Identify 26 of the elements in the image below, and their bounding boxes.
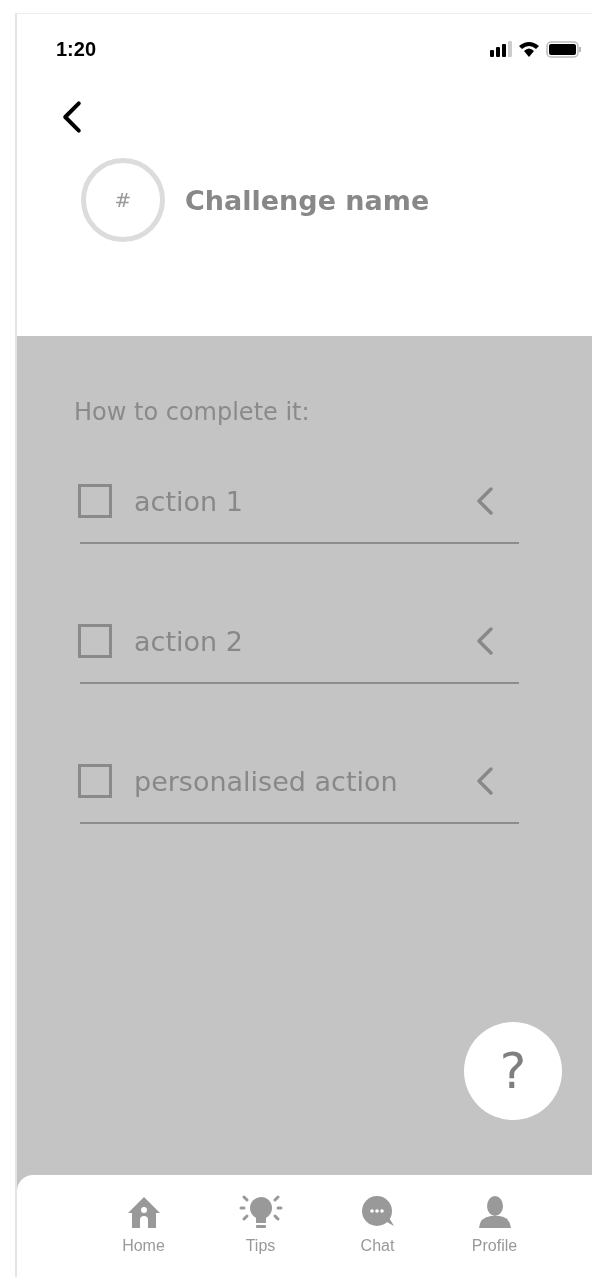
- checkbox[interactable]: [78, 484, 112, 518]
- action-label: action 2: [134, 625, 244, 657]
- nav-item[interactable]: Profile: [456, 1175, 533, 1277]
- chevron-icon: [475, 486, 495, 516]
- home-icon: [126, 1195, 161, 1229]
- challenge-badge: #: [81, 158, 165, 242]
- checkbox[interactable]: [78, 624, 112, 658]
- action-label: personalised action: [134, 765, 399, 797]
- person-icon: [477, 1195, 512, 1229]
- status-time: 1:20: [56, 37, 97, 61]
- lightbulb-icon: [238, 1195, 283, 1229]
- nav-item[interactable]: Tips: [222, 1175, 299, 1277]
- back-icon: [60, 100, 84, 134]
- signal-icon: [490, 41, 512, 57]
- nav-item[interactable]: Chat: [339, 1175, 416, 1277]
- battery-icon: [546, 40, 582, 58]
- challenge-title: Challenge name: [185, 184, 430, 216]
- chevron-icon: [475, 766, 495, 796]
- nav-item[interactable]: Home: [105, 1175, 182, 1277]
- chevron-icon: [475, 626, 495, 656]
- checkbox[interactable]: [78, 764, 112, 798]
- wifi-icon: [518, 41, 540, 57]
- action-label: action 1: [134, 485, 244, 517]
- help-button[interactable]: ?: [464, 1022, 562, 1120]
- instructions-heading: How to complete it:: [74, 398, 311, 426]
- chat-icon: [360, 1195, 395, 1229]
